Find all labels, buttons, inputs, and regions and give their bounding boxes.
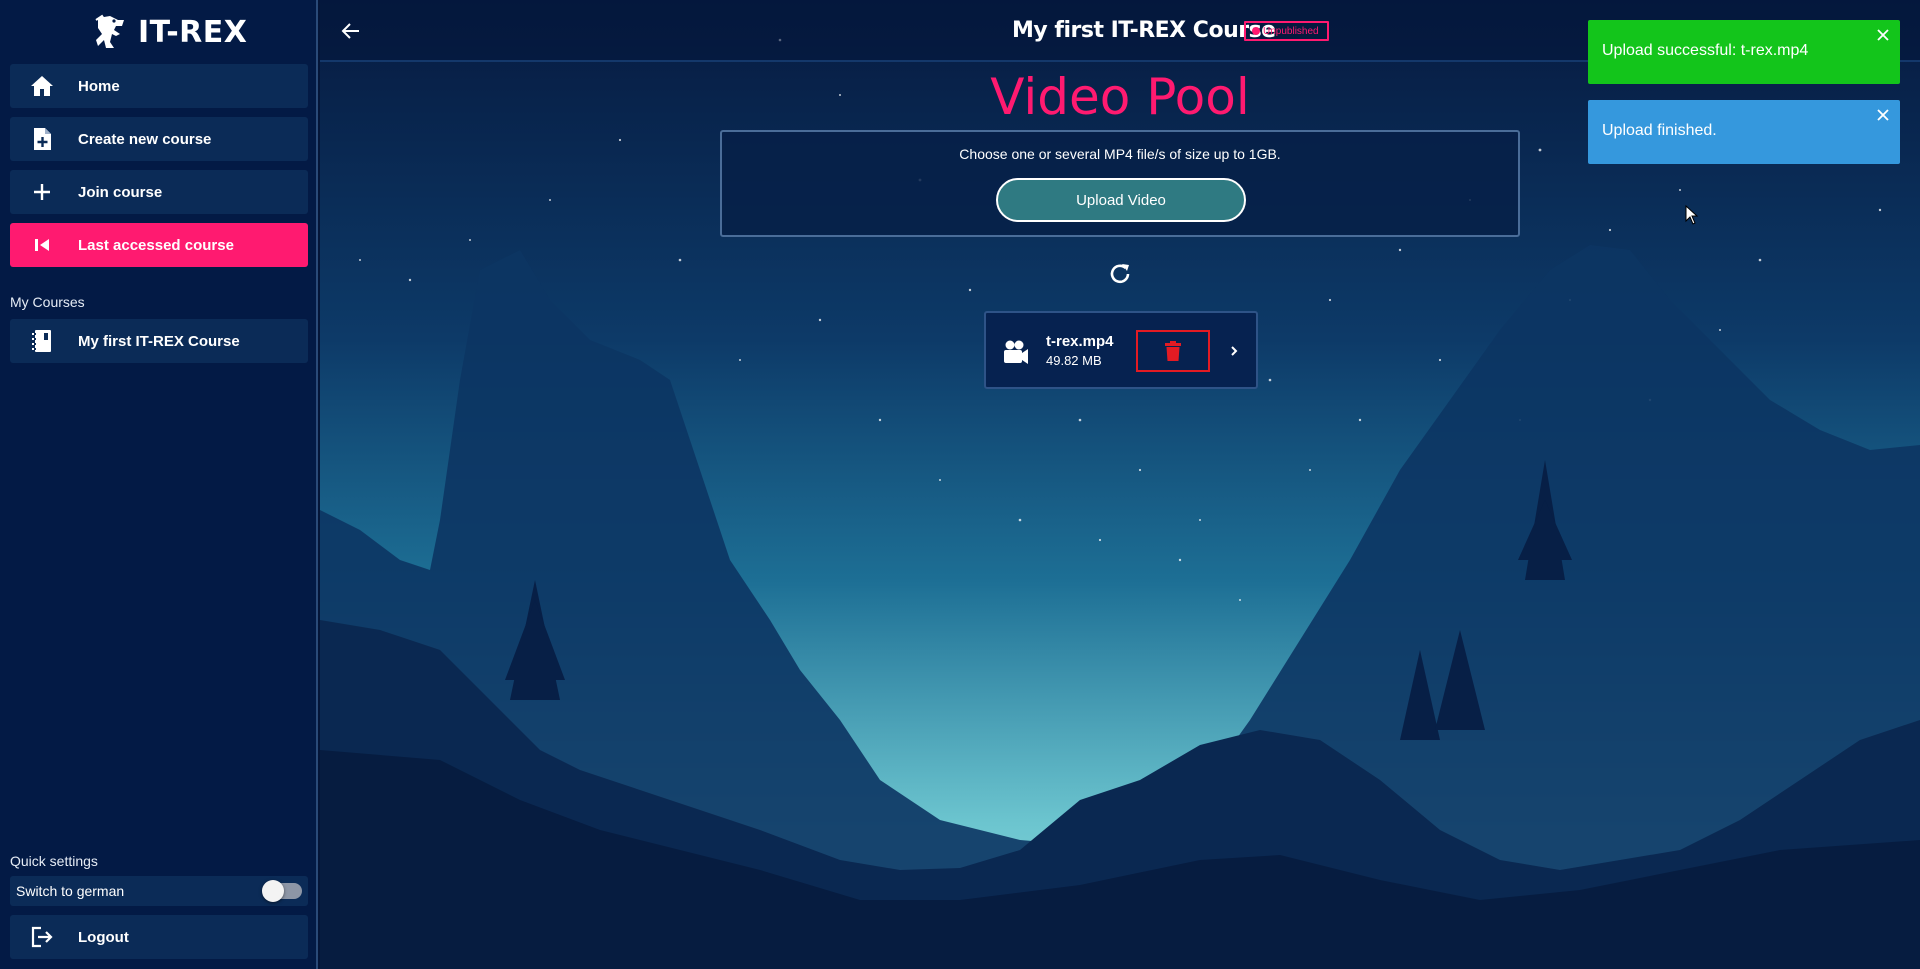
upload-panel: Choose one or several MP4 file/s of size… (720, 130, 1520, 237)
trash-icon (1165, 341, 1181, 361)
toast-message: Upload finished. (1602, 122, 1717, 139)
back-button[interactable] (334, 16, 368, 46)
plus-icon (22, 170, 62, 214)
chevron-right-icon (1231, 346, 1238, 356)
mouse-cursor-icon (1685, 205, 1699, 225)
skip-back-icon (22, 223, 62, 267)
status-badge-label: Unpublished (1263, 25, 1319, 37)
status-dot-icon (1252, 27, 1260, 35)
quick-settings-heading: Quick settings (10, 853, 98, 869)
sidebar-item-label: My first IT-REX Course (78, 332, 240, 350)
my-courses-heading: My Courses (10, 294, 85, 310)
close-icon (1877, 29, 1889, 41)
language-toggle-row: Switch to german (10, 876, 308, 906)
logout-button[interactable]: Logout (10, 915, 308, 959)
delete-video-button[interactable] (1136, 330, 1210, 372)
close-toast-button[interactable] (1874, 26, 1892, 44)
sidebar-item-label: Last accessed course (78, 236, 234, 254)
sidebar: IT-REX Home Create new course Join cours… (0, 0, 318, 969)
brand-name: IT-REX (138, 14, 248, 50)
upload-hint: Choose one or several MP4 file/s of size… (959, 146, 1281, 162)
sidebar-item-course[interactable]: My first IT-REX Course (10, 319, 308, 363)
video-camera-icon (1004, 340, 1028, 364)
upload-video-button[interactable]: Upload Video (996, 178, 1246, 222)
file-plus-icon (22, 117, 62, 161)
sidebar-item-last-accessed[interactable]: Last accessed course (10, 223, 308, 267)
sidebar-item-join-course[interactable]: Join course (10, 170, 308, 214)
sidebar-item-create-course[interactable]: Create new course (10, 117, 308, 161)
logout-label: Logout (78, 928, 129, 946)
sidebar-item-label: Home (78, 77, 120, 95)
language-toggle[interactable] (262, 880, 302, 902)
video-name: t-rex.mp4 (1046, 333, 1114, 350)
sidebar-item-label: Create new course (78, 130, 212, 148)
notebook-icon (22, 319, 62, 363)
video-item[interactable]: t-rex.mp4 49.82 MB (984, 311, 1258, 389)
close-toast-button[interactable] (1874, 106, 1892, 124)
refresh-button[interactable] (1104, 258, 1136, 290)
sidebar-item-home[interactable]: Home (10, 64, 308, 108)
home-icon (22, 64, 62, 108)
toggle-knob (262, 880, 284, 902)
refresh-icon (1110, 264, 1130, 284)
toast-upload-finished: Upload finished. (1588, 100, 1900, 164)
toast-message: Upload successful: t-rex.mp4 (1602, 42, 1809, 59)
open-video-button[interactable] (1222, 339, 1246, 363)
trex-logo-icon (95, 14, 124, 48)
logout-icon (22, 915, 62, 959)
status-badge: Unpublished (1244, 21, 1329, 41)
arrow-left-icon (341, 23, 359, 39)
video-size: 49.82 MB (1046, 353, 1102, 368)
brand[interactable]: IT-REX (90, 10, 247, 54)
course-title: My first IT-REX Course (1012, 18, 1276, 43)
close-icon (1877, 109, 1889, 121)
sidebar-item-label: Join course (78, 183, 163, 201)
toast-upload-successful: Upload successful: t-rex.mp4 (1588, 20, 1900, 84)
language-toggle-label: Switch to german (16, 883, 125, 899)
